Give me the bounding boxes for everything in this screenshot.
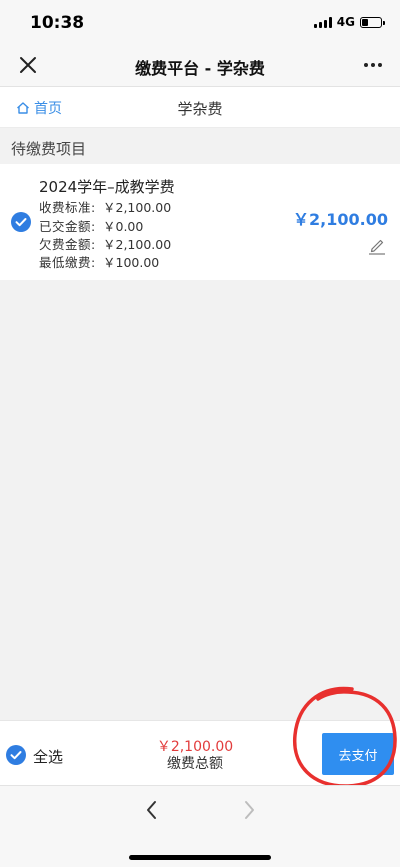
item-amount: ￥2,100.00 [293,210,388,229]
detail-value: ￥0.00 [103,219,144,234]
status-indicators: 4G [313,15,385,29]
detail-value: ￥100.00 [103,255,160,270]
more-icon[interactable] [362,55,384,75]
total-label: 缴费总额 [167,756,223,772]
detail-row-owed: 欠费金额: ￥2,100.00 [39,234,171,253]
section-title: 待缴费项目 [11,140,87,158]
detail-label: 最低缴费: [39,255,96,270]
select-all-checkbox[interactable] [6,745,26,765]
browser-toolbar [0,785,400,867]
detail-label: 收费标准: [39,200,96,215]
detail-value: ￥2,100.00 [103,237,172,252]
forward-arrow-icon[interactable] [240,800,258,820]
detail-row-standard: 收费标准: ￥2,100.00 [39,197,171,216]
status-bar: 10:38 4G [0,0,400,44]
nav-bar: 缴费平台 - 学杂费 [0,44,400,87]
fee-item[interactable]: 2024学年–成教学费 收费标准: ￥2,100.00 已交金额: ￥0.00 欠费… [0,164,400,280]
detail-row-paid: 已交金额: ￥0.00 [39,216,143,235]
detail-row-minimum: 最低缴费: ￥100.00 [39,252,159,271]
checkout-bar: 全选 ￥2,100.00 缴费总额 去支付 [0,720,400,785]
check-icon [15,218,27,227]
detail-value: ￥2,100.00 [103,200,172,215]
status-time: 10:38 [30,13,85,33]
nav-title: 缴费平台 - 学杂费 [135,59,265,78]
detail-label: 欠费金额: [39,237,96,252]
item-checkbox[interactable] [11,212,31,232]
edit-icon[interactable] [367,235,387,255]
select-all-label[interactable]: 全选 [33,746,63,767]
detail-label: 已交金额: [39,219,96,234]
network-type: 4G [336,15,355,29]
back-arrow-icon[interactable] [143,800,161,820]
battery-icon [360,16,385,28]
home-icon [17,102,29,114]
home-link[interactable]: 首页 [16,98,62,118]
signal-icon [313,16,332,28]
home-link-label: 首页 [34,101,62,117]
item-title: 2024学年–成教学费 [39,178,175,196]
check-icon [10,751,22,760]
breadcrumb-bar: 首页 学杂费 [0,87,400,128]
home-indicator [129,855,271,860]
pay-button[interactable]: 去支付 [322,733,394,775]
